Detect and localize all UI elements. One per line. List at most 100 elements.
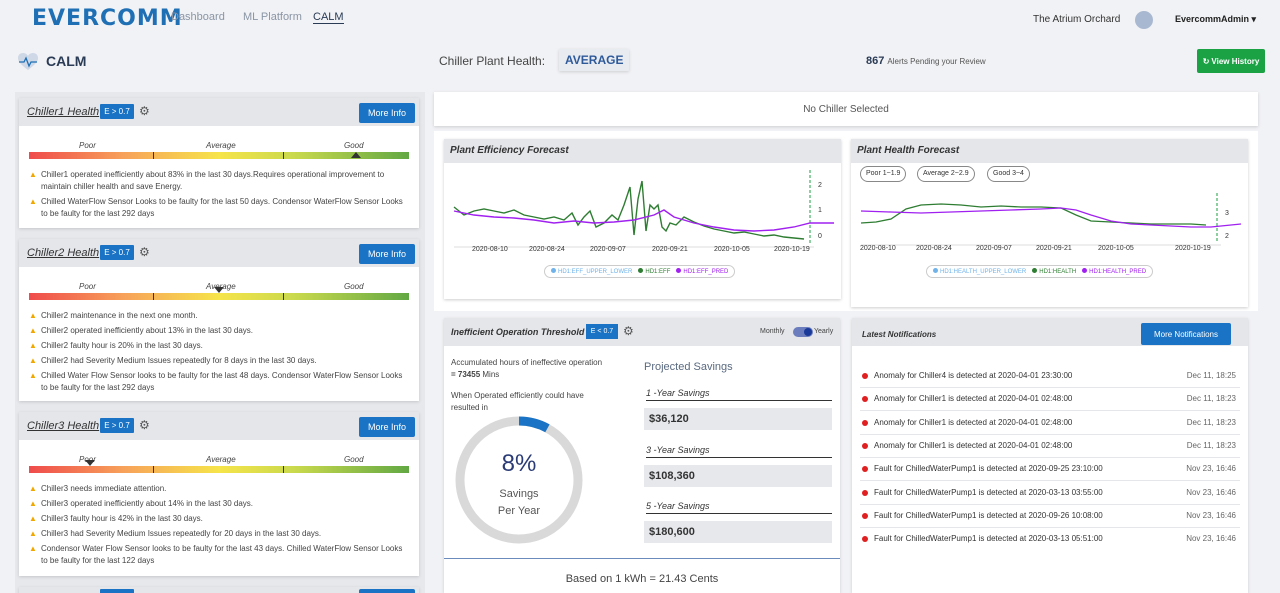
year3-value: $108,360 <box>644 465 832 487</box>
more-notifications-button[interactable]: More Notifications <box>1141 323 1231 345</box>
warning-icon: ▲ <box>29 170 37 179</box>
more-info-button[interactable] <box>359 589 415 593</box>
page-title: CALM <box>46 53 87 69</box>
period-toggle[interactable] <box>793 327 813 337</box>
notification-row[interactable]: Fault for ChilledWaterPump1 is detected … <box>860 528 1240 551</box>
threshold-title: Inefficient Operation Threshold <box>451 327 585 337</box>
alert-dot-icon <box>862 396 868 402</box>
view-history-label: View History <box>1211 56 1260 66</box>
projected-savings-title: Projected Savings <box>644 361 733 373</box>
health-pointer <box>350 152 361 158</box>
notification-text: Fault for ChilledWaterPump1 is detected … <box>874 534 1103 543</box>
more-info-button[interactable]: More Info <box>359 244 415 264</box>
notification-row[interactable]: Fault for ChilledWaterPump1 is detected … <box>860 505 1240 528</box>
nav-dashboard[interactable]: Dashboard <box>171 11 225 23</box>
chiller3-card: Chiller3 Health E > 0.7 ⚙ More Info Poor… <box>19 412 419 576</box>
efficiency-forecast-chart[interactable]: 2 1 0 2020-08-10 2020-08-24 2020-09-07 2… <box>444 165 841 275</box>
legend-item[interactable]: HD1:EFF_UPPER_LOWER <box>551 268 632 275</box>
year1-label: 1 -Year Savings <box>646 388 832 401</box>
chiller2-title[interactable]: Chiller2 Health <box>27 247 99 259</box>
scale-tick <box>283 152 284 159</box>
chiller-health-list[interactable]: Chiller1 Health E > 0.7 ⚙ More Info Poor… <box>15 92 425 593</box>
health-pointer <box>214 287 224 293</box>
notification-time: Nov 23, 16:46 <box>1186 464 1236 473</box>
notification-text: Anomaly for Chiller1 is detected at 2020… <box>874 418 1073 427</box>
alert-dot-icon <box>862 373 868 379</box>
legend-item[interactable]: HD1:HEALTH_PRED <box>1082 268 1146 275</box>
warning-icon: ▲ <box>29 371 37 380</box>
nav-ml-platform[interactable]: ML Platform <box>243 11 302 23</box>
notification-row[interactable]: Anomaly for Chiller1 is detected at 2020… <box>860 388 1240 411</box>
notification-row[interactable]: Anomaly for Chiller1 is detected at 2020… <box>860 412 1240 435</box>
notification-text: Anomaly for Chiller1 is detected at 2020… <box>874 394 1073 403</box>
notification-time: Dec 11, 18:23 <box>1186 418 1236 427</box>
alerts-count: 867 <box>866 55 885 67</box>
health-forecast-card: Plant Health Forecast Poor 1~1.9 Average… <box>851 139 1248 307</box>
warning-icon: ▲ <box>29 484 37 493</box>
efficiency-badge <box>100 589 134 593</box>
alert-dot-icon <box>862 443 868 449</box>
notification-row[interactable]: Fault for ChilledWaterPump1 is detected … <box>860 482 1240 505</box>
more-info-button[interactable]: More Info <box>359 103 415 123</box>
year1-value: $36,120 <box>644 408 832 430</box>
legend-item[interactable]: HD1:EFF <box>638 268 670 275</box>
plant-health-value: AVERAGE <box>559 49 630 71</box>
notification-row[interactable]: Anomaly for Chiller1 is detected at 2020… <box>860 435 1240 458</box>
y-tick: 2 <box>818 182 822 189</box>
scale-poor: Poor <box>79 282 96 291</box>
alerts-pending[interactable]: 867 Alerts Pending your Review <box>866 55 986 67</box>
legend-item[interactable]: HD1:HEALTH_UPPER_LOWER <box>933 268 1026 275</box>
x-tick: 2020-10-19 <box>1175 245 1211 252</box>
evercomm-logo[interactable]: EVERCOMM <box>32 6 183 31</box>
chiller3-message: Chiller3 faulty hour is 42% in the last … <box>41 514 203 523</box>
warning-icon: ▲ <box>29 529 37 538</box>
user-menu[interactable]: EvercommAdmin ▾ <box>1175 14 1256 25</box>
donut-track <box>455 416 583 544</box>
chiller1-title[interactable]: Chiller1 Health <box>27 106 99 118</box>
legend-item[interactable]: HD1:HEALTH <box>1032 268 1076 275</box>
warning-icon: ▲ <box>29 341 37 350</box>
more-info-button[interactable]: More Info <box>359 417 415 437</box>
chiller2-message: Chiller2 operated inefficiently about 13… <box>41 326 253 335</box>
gear-icon[interactable]: ⚙ <box>623 324 634 338</box>
chiller1-card: Chiller1 Health E > 0.7 ⚙ More Info Poor… <box>19 98 419 228</box>
gear-icon[interactable]: ⚙ <box>139 418 150 432</box>
x-tick: 2020-10-19 <box>774 246 810 253</box>
savings-label: Savings <box>499 488 539 500</box>
scale-good: Good <box>344 455 364 464</box>
gear-icon[interactable]: ⚙ <box>139 104 150 118</box>
notification-row[interactable]: Anomaly for Chiller4 is detected at 2020… <box>860 365 1240 388</box>
warning-icon: ▲ <box>29 311 37 320</box>
chiller3-title[interactable]: Chiller3 Health <box>27 420 99 432</box>
notification-time: Dec 11, 18:23 <box>1186 394 1236 403</box>
x-tick: 2020-08-24 <box>916 245 952 252</box>
chiller4-card <box>19 587 419 593</box>
scale-good: Good <box>344 282 364 291</box>
accumulated-label: Accumulated hours of ineffective operati… <box>451 358 603 367</box>
legend-item[interactable]: HD1:EFF_PRED <box>676 268 728 275</box>
efficiency-legend: HD1:EFF_UPPER_LOWER HD1:EFF HD1:EFF_PRED <box>544 265 736 278</box>
health-forecast-title: Plant Health Forecast <box>851 139 1248 163</box>
alert-dot-icon <box>862 513 868 519</box>
view-history-button[interactable]: ↻ View History <box>1197 49 1265 73</box>
x-tick: 2020-09-07 <box>976 245 1012 252</box>
nav-calm[interactable]: CALM <box>313 11 344 24</box>
gear-icon[interactable]: ⚙ <box>139 245 150 259</box>
notification-text: Anomaly for Chiller4 is detected at 2020… <box>874 371 1073 380</box>
health-forecast-chart[interactable]: 3 2 2020-08-10 2020-08-24 2020-09-07 202… <box>851 185 1248 275</box>
x-tick: 2020-09-07 <box>590 246 626 253</box>
health-scale-bar <box>29 293 409 300</box>
per-year-label: Per Year <box>497 505 541 517</box>
efficiency-badge: E > 0.7 <box>100 245 134 260</box>
scale-poor: Poor <box>79 141 96 150</box>
notification-row[interactable]: Fault for ChilledWaterPump1 is detected … <box>860 458 1240 481</box>
chiller1-message: Chiller1 operated inefficiently about 83… <box>41 170 385 191</box>
efficiency-badge: E > 0.7 <box>100 104 134 119</box>
warning-icon: ▲ <box>29 326 37 335</box>
scale-tick <box>283 293 284 300</box>
pill-average: Average 2~2.9 <box>917 166 975 182</box>
globe-icon[interactable] <box>1135 11 1153 29</box>
y-tick: 1 <box>818 207 822 214</box>
notification-time: Nov 23, 16:46 <box>1186 511 1236 520</box>
notification-text: Fault for ChilledWaterPump1 is detected … <box>874 464 1103 473</box>
